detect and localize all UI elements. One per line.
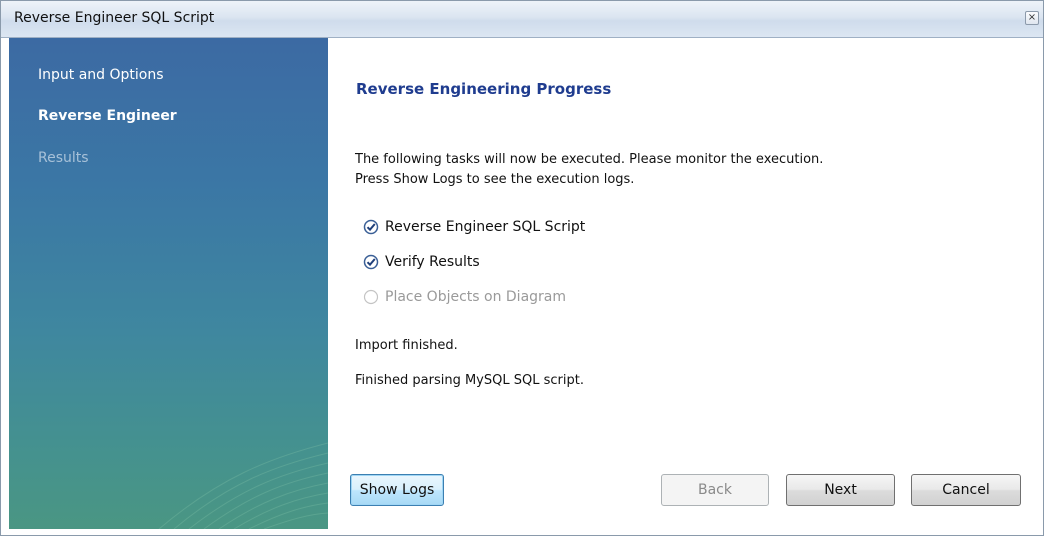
check-circle-icon <box>363 254 379 270</box>
task-label: Place Objects on Diagram <box>385 289 567 305</box>
next-button[interactable]: Next <box>786 474 895 506</box>
task-verify-results: Verify Results <box>363 253 480 271</box>
wizard-steps-sidebar: Input and Options Reverse Engineer Resul… <box>9 38 328 529</box>
sidebar-item-input-and-options: Input and Options <box>38 67 164 83</box>
back-button[interactable]: Back <box>661 474 769 506</box>
window-title: Reverse Engineer SQL Script <box>14 10 215 26</box>
check-circle-icon <box>363 219 379 235</box>
description-line-2: Press Show Logs to see the execution log… <box>355 172 635 187</box>
description-line-1: The following tasks will now be executed… <box>355 152 824 167</box>
show-logs-button[interactable]: Show Logs <box>350 474 444 506</box>
task-place-objects-on-diagram: Place Objects on Diagram <box>363 288 566 306</box>
sidebar-item-reverse-engineer: Reverse Engineer <box>38 108 177 124</box>
close-icon[interactable]: × <box>1025 11 1039 25</box>
empty-circle-icon <box>363 289 379 305</box>
sidebar-item-results: Results <box>38 150 89 166</box>
page-title: Reverse Engineering Progress <box>356 80 612 98</box>
status-finished-parsing: Finished parsing MySQL SQL script. <box>355 373 584 388</box>
task-label: Verify Results <box>385 254 480 270</box>
title-bar[interactable]: Reverse Engineer SQL Script × <box>1 1 1043 38</box>
status-import-finished: Import finished. <box>355 338 458 353</box>
task-reverse-engineer-sql-script: Reverse Engineer SQL Script <box>363 218 585 236</box>
wizard-window: Reverse Engineer SQL Script × Input and … <box>0 0 1044 536</box>
cancel-button[interactable]: Cancel <box>911 474 1021 506</box>
wizard-content: Reverse Engineering Progress The followi… <box>328 38 1043 535</box>
task-label: Reverse Engineer SQL Script <box>385 219 586 235</box>
